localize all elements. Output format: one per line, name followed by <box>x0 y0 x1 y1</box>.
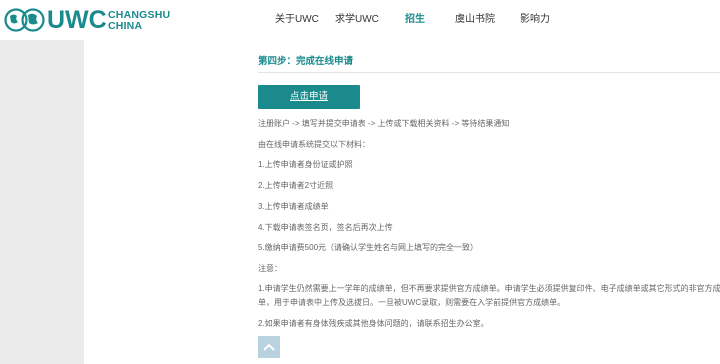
material-item: 3.上传申请者成绩单 <box>258 202 329 211</box>
material-item: 2.上传申请者2寸近照 <box>258 181 334 190</box>
main-content: 第四步：完成在线申请 点击申请 注册账户 -> 填写并提交申请表 -> 上传或下… <box>84 40 720 364</box>
note-item: 1.申请学生仍然需要上一学年的成绩单，但不再要求提供官方成绩单。申请学生必须提供… <box>258 284 720 293</box>
material-item: 1.上传申请者身份证或护照 <box>258 160 353 169</box>
nav-item-admissions[interactable]: 招生 <box>405 14 425 26</box>
apply-button-label: 点击申请 <box>289 91 328 102</box>
note-item-continued: 单，用于申请表中上传及选拔日。一旦被UWC录取，则需要在入学前提供官方成绩单。 <box>258 298 566 307</box>
material-item: 4.下载申请表签名页，签名后再次上传 <box>258 223 393 232</box>
step-title: 第四步：完成在线申请 <box>258 56 354 67</box>
notes-title: 注意： <box>258 264 282 273</box>
process-steps: 注册账户 -> 填写并提交申请表 -> 上传或下载相关资料 -> 等待结果通知 <box>258 119 510 128</box>
scroll-to-top-button[interactable] <box>258 336 280 358</box>
nav-item-study-uwc[interactable]: 求学UWC <box>335 14 379 26</box>
logo-subtitle-country: CHINA <box>108 20 143 32</box>
chevron-up-icon <box>263 343 275 351</box>
globe-logo-icon <box>4 8 45 32</box>
nav-item-yushan-academy[interactable]: 虞山书院 <box>455 14 495 26</box>
apply-button[interactable]: 点击申请 <box>258 85 360 109</box>
note-item: 2.如果申请者有身体残疾或其他身体问题的，请联系招生办公室。 <box>258 319 489 328</box>
nav-item-about-uwc[interactable]: 关于UWC <box>275 14 319 26</box>
site-header: UWC CHANGSHU CHINA 关于UWC 求学UWC 招生 虞山书院 影… <box>0 0 720 40</box>
nav-item-impact[interactable]: 影响力 <box>520 14 550 26</box>
logo-wordmark: UWC <box>47 6 107 34</box>
materials-intro: 由在线申请系统提交以下材料： <box>258 140 370 149</box>
material-item: 5.缴纳申请费500元（请确认学生姓名与网上填写的完全一致） <box>258 243 479 252</box>
site-logo[interactable]: UWC CHANGSHU CHINA <box>4 6 174 34</box>
section-divider <box>258 72 720 73</box>
